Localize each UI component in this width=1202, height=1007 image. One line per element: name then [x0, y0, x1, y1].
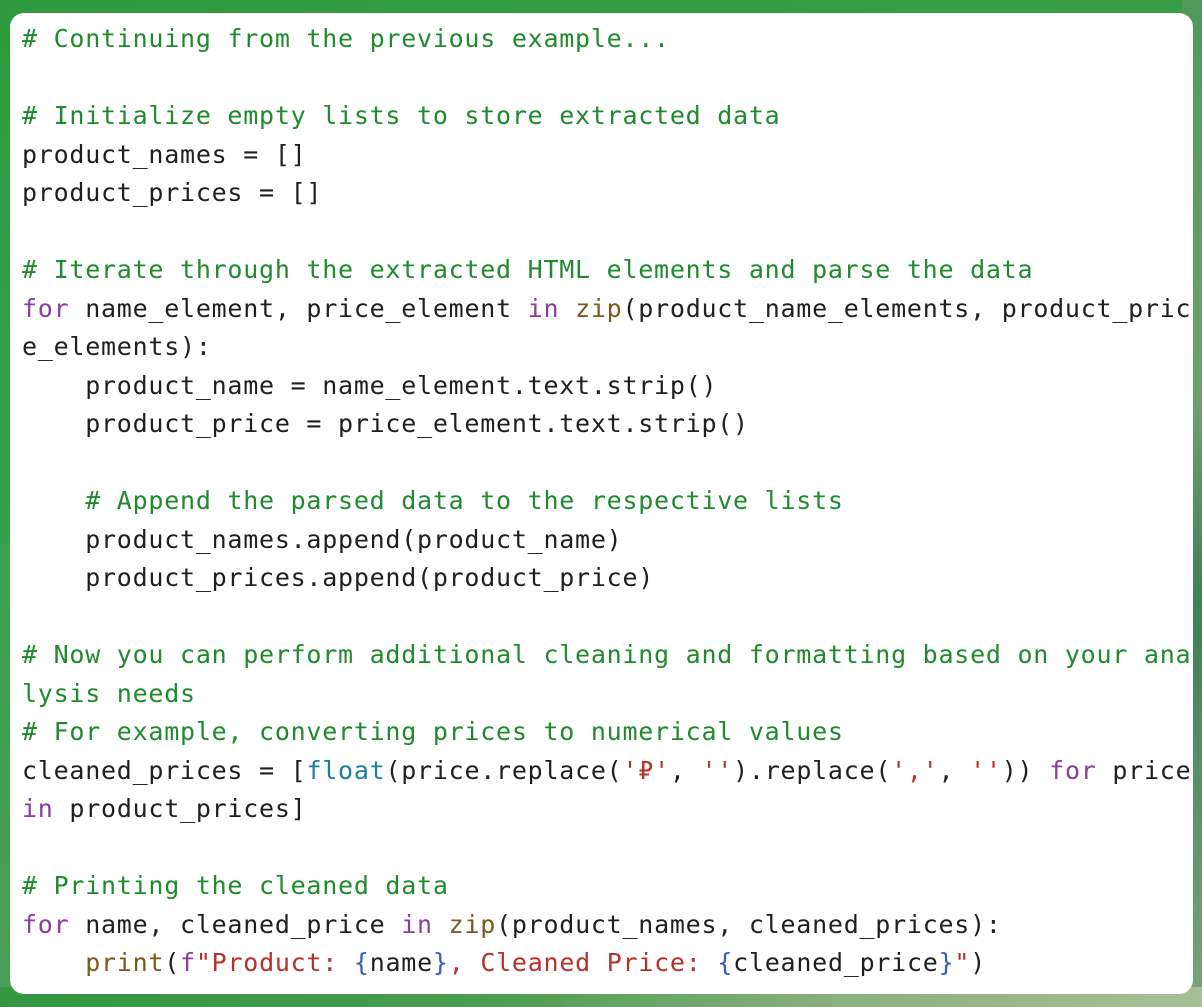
- code-comment: lysis needs: [22, 678, 196, 708]
- code-line: product_prices = []: [22, 174, 1191, 213]
- code-comment: # Now you can perform additional cleanin…: [22, 640, 1192, 669]
- code-keyword: f: [180, 948, 196, 977]
- code-line: cleaned_prices = [float(price.replace('₽…: [22, 752, 1191, 791]
- code-string: , Cleaned Price:: [448, 948, 718, 977]
- code-text: name_element, price_element: [69, 293, 528, 323]
- code-text: (product_names, cleaned_prices):: [496, 909, 1002, 939]
- code-comment: # Initialize empty lists to store extrac…: [22, 101, 781, 130]
- code-text: product_prices]: [53, 794, 307, 823]
- code-keyword: for: [22, 293, 70, 323]
- code-comment: # Continuing from the previous example..…: [22, 24, 670, 53]
- code-text: ,: [669, 755, 702, 785]
- code-text: cleaned_prices = [: [22, 755, 307, 785]
- code-line: for name, cleaned_price in zip(product_n…: [22, 906, 1191, 945]
- code-block: # Continuing from the previous example..…: [22, 20, 1191, 983]
- code-string: '': [970, 755, 1002, 785]
- code-string: '₽': [622, 755, 670, 785]
- code-text: ).replace(: [733, 755, 892, 785]
- code-line: product_name = name_element.text.strip(): [22, 367, 1191, 406]
- code-text: name, cleaned_price: [69, 909, 402, 939]
- code-comment: # Iterate through the extracted HTML ele…: [22, 255, 1034, 284]
- code-line: # Now you can perform additional cleanin…: [22, 636, 1191, 675]
- code-brace: {: [717, 948, 734, 977]
- code-string: '': [701, 755, 734, 785]
- code-line: e_elements):: [22, 328, 1191, 367]
- code-text: (price.replace(: [385, 755, 623, 785]
- code-line: product_names = []: [22, 136, 1191, 175]
- code-brace: }: [432, 948, 449, 977]
- code-line: product_price = price_element.text.strip…: [22, 405, 1191, 444]
- code-brace: }: [938, 948, 955, 977]
- code-line: # Continuing from the previous example..…: [22, 20, 1191, 59]
- code-text: product_prices = []: [22, 178, 323, 207]
- code-text: )): [1001, 755, 1050, 785]
- code-text: cleaned_price: [733, 948, 939, 977]
- code-comment: # Append the parsed data to the respecti…: [22, 486, 844, 515]
- code-line: in product_prices]: [22, 790, 1191, 829]
- code-builtin: zip: [575, 293, 623, 323]
- code-text: product_prices.append(product_price): [22, 563, 655, 592]
- code-text: product_price = price_element.text.strip…: [22, 409, 749, 438]
- code-line: lysis needs: [22, 675, 1191, 714]
- code-line: product_names.append(product_name): [22, 521, 1191, 560]
- code-builtin: zip: [448, 909, 497, 939]
- code-brace: {: [353, 948, 370, 977]
- code-keyword: for: [22, 909, 70, 939]
- code-text: e_elements):: [22, 332, 212, 361]
- code-text: product_names.append(product_name): [22, 524, 623, 554]
- code-keyword: in: [401, 909, 433, 939]
- code-text: (product_name_elements, product_pric: [622, 293, 1192, 323]
- code-line: # Printing the cleaned data: [22, 867, 1191, 906]
- code-string: ": [954, 948, 971, 977]
- code-comment: # Printing the cleaned data: [22, 871, 449, 900]
- code-type: float: [306, 755, 386, 785]
- code-keyword: for: [1049, 755, 1097, 785]
- code-text: ): [970, 948, 987, 977]
- code-text: product_name = name_element.text.strip(): [22, 370, 718, 400]
- code-builtin: print: [85, 948, 165, 977]
- code-text: price: [1096, 755, 1192, 785]
- code-text: product_names = []: [22, 139, 307, 169]
- code-text: name: [369, 948, 433, 977]
- code-string: "Product:: [195, 948, 354, 977]
- code-keyword: in: [527, 293, 560, 323]
- code-block-card: # Continuing from the previous example..…: [10, 13, 1193, 994]
- code-line: for name_element, price_element in zip(p…: [22, 290, 1191, 329]
- code-line: product_prices.append(product_price): [22, 559, 1191, 598]
- code-text: (: [164, 948, 181, 977]
- code-string: ',': [891, 755, 939, 785]
- code-line: print(f"Product: {name}, Cleaned Price: …: [22, 944, 1191, 983]
- code-comment: # For example, converting prices to nume…: [22, 717, 844, 746]
- code-text: ,: [938, 755, 971, 785]
- code-keyword: in: [22, 794, 54, 823]
- code-line: # Initialize empty lists to store extrac…: [22, 97, 1191, 136]
- code-line: # For example, converting prices to nume…: [22, 713, 1191, 752]
- code-line: # Append the parsed data to the respecti…: [22, 482, 1191, 521]
- code-line: # Iterate through the extracted HTML ele…: [22, 251, 1191, 290]
